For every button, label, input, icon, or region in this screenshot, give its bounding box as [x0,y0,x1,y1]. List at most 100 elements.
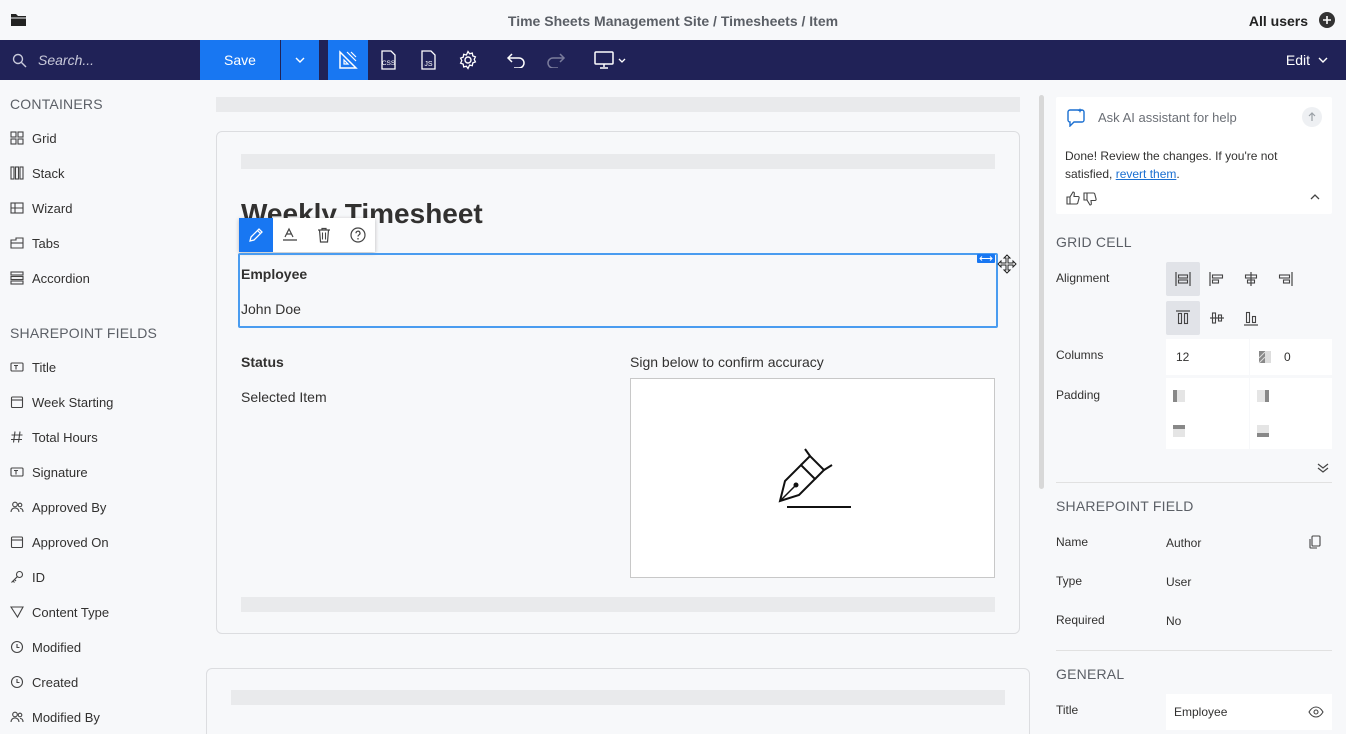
required-value: No [1166,614,1182,628]
design-mode-button[interactable] [328,40,368,80]
employee-cell-selected[interactable] [238,253,998,328]
align-center-button[interactable] [1234,262,1268,296]
resize-handle[interactable] [977,254,995,263]
send-prompt-button[interactable] [1302,107,1322,127]
add-circle-icon[interactable] [1319,12,1335,28]
text-field-icon [10,362,24,372]
align-right-icon [1278,272,1293,286]
employee-field-value: John Doe [241,301,301,317]
toolbox-item-stack[interactable]: Stack [10,163,65,183]
pencil-icon [249,228,263,242]
toolbox-item-label: Created [32,674,79,690]
clock-icon [10,675,24,689]
edit-mode-selector[interactable]: Edit [1286,52,1328,68]
wizard-icon [10,202,24,214]
ai-prompt-input[interactable] [1098,107,1288,127]
redo-button[interactable] [536,40,576,80]
undo-button[interactable] [496,40,536,80]
align-right-button[interactable] [1268,262,1302,296]
copy-icon[interactable] [1308,535,1322,549]
users-selector[interactable]: All users [1249,13,1308,29]
offset-input[interactable]: 0 [1250,339,1332,375]
grid-container[interactable]: Weekly Timesheet Employee John Doe Statu… [216,131,1020,634]
valign-bottom-button[interactable] [1234,301,1268,335]
ai-assistant-box: Done! Review the changes. If you're not … [1056,97,1332,214]
valign-middle-button[interactable] [1200,301,1234,335]
toolbox-item-label: Approved On [32,534,109,550]
delete-cell-button[interactable] [307,218,341,252]
save-button[interactable]: Save [200,40,280,80]
eye-icon[interactable] [1308,706,1324,718]
filter-icon [10,606,24,619]
padding-top-input[interactable] [1166,413,1249,449]
thumbs-down-icon[interactable] [1083,192,1097,206]
required-label: Required [1056,613,1105,627]
padding-label: Padding [1056,388,1101,402]
device-preview-button[interactable] [588,40,632,80]
chevron-down-icon [1318,57,1328,63]
toolbox-field-approved-by[interactable]: Approved By [10,497,106,517]
trash-icon [318,227,330,243]
padding-bottom-input[interactable] [1250,413,1332,449]
divider [1056,650,1332,651]
padding-left-input[interactable] [1166,378,1249,414]
toolbox-item-label: Accordion [32,270,90,286]
toolbox-item-label: Wizard [32,200,73,216]
toolbox-item-label: Tabs [32,235,60,251]
toolbox-field-title[interactable]: Title [10,357,56,377]
valign-bottom-icon [1244,311,1258,326]
title-input[interactable]: Employee [1166,694,1332,730]
move-cursor-icon [997,254,1017,274]
toolbox-field-id[interactable]: ID [10,567,45,587]
status-field-value[interactable]: Selected Item [241,389,327,405]
revert-link[interactable]: revert them [1116,167,1177,181]
main-toolbar: Save CSS JS Edit [0,40,1346,80]
js-editor-button[interactable]: JS [408,40,448,80]
settings-button[interactable] [448,40,488,80]
toolbox-field-approved-on[interactable]: Approved On [10,532,109,552]
placeholder-row[interactable] [241,597,995,612]
toolbox-item-label: Title [32,359,57,375]
toolbox-field-created[interactable]: Created [10,672,78,692]
toolbox-item-label: Grid [32,130,57,146]
valign-top-button[interactable] [1166,301,1200,335]
thumbs-up-icon[interactable] [1066,191,1080,205]
toolbox-panel: CONTAINERS Grid Stack Wizard Tabs Accord… [0,80,200,734]
toolbox-field-total-hours[interactable]: Total Hours [10,427,98,447]
svg-text:JS: JS [424,61,433,68]
toolbox-field-signature[interactable]: Signature [10,462,88,482]
toolbox-item-accordion[interactable]: Accordion [10,268,90,288]
placeholder-row[interactable] [231,690,1005,705]
save-options-button[interactable] [281,40,319,80]
placeholder-row[interactable] [241,154,995,169]
second-container[interactable] [206,668,1030,734]
placeholder-row[interactable] [216,97,1020,112]
svg-text:CSS: CSS [382,60,396,67]
collapse-chevron-icon[interactable] [1310,194,1320,200]
align-left-button[interactable] [1200,262,1234,296]
ai-message-end: . [1176,167,1180,181]
canvas-scrollbar[interactable] [1039,95,1044,489]
toolbox-field-week-starting[interactable]: Week Starting [10,392,113,412]
toolbox-field-content-type[interactable]: Content Type [10,602,109,622]
edit-cell-button[interactable] [239,218,273,252]
expand-more-icon[interactable] [1317,462,1329,474]
columns-input[interactable]: 12 [1166,339,1249,375]
text-style-icon [283,227,297,241]
alignment-label: Alignment [1056,271,1110,285]
css-editor-button[interactable]: CSS [368,40,408,80]
padding-right-input[interactable] [1250,378,1332,414]
people-icon [10,501,24,513]
search-input[interactable] [38,48,188,72]
signature-pad[interactable] [630,378,995,578]
toolbox-field-modified-by[interactable]: Modified By [10,707,100,727]
toolbox-field-modified[interactable]: Modified [10,637,81,657]
help-button[interactable] [341,218,375,252]
toolbox-item-tabs[interactable]: Tabs [10,233,59,253]
name-value: Author [1166,536,1202,550]
align-stretch-button[interactable] [1166,262,1200,296]
pen-signature-icon [778,448,851,508]
text-style-button[interactable] [273,218,307,252]
toolbox-item-wizard[interactable]: Wizard [10,198,72,218]
toolbox-item-grid[interactable]: Grid [10,128,57,148]
